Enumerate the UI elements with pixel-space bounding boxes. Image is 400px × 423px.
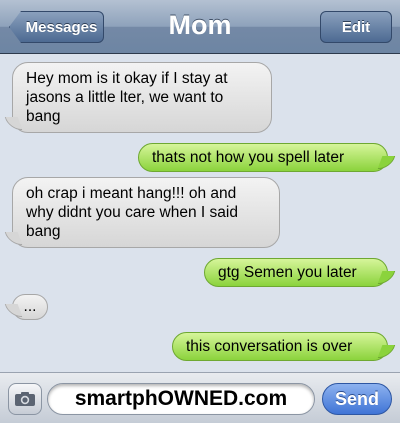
message-input[interactable]: smartphOWNED.com: [47, 383, 315, 415]
nav-bar: Messages Mom Edit: [0, 0, 400, 54]
outgoing-message: thats not how you spell later: [138, 143, 388, 172]
message-composer: smartphOWNED.com Send: [0, 372, 400, 423]
camera-icon: [15, 392, 35, 406]
incoming-message: Hey mom is it okay if I stay at jasons a…: [12, 62, 272, 133]
outgoing-message: this conversation is over: [172, 332, 388, 361]
incoming-message: oh crap i meant hang!!! oh and why didnt…: [12, 177, 280, 248]
incoming-message: ...: [12, 294, 48, 320]
outgoing-message: gtg Semen you later: [204, 258, 388, 287]
camera-button[interactable]: [8, 383, 42, 415]
edit-button[interactable]: Edit: [320, 11, 392, 43]
send-button[interactable]: Send: [322, 383, 392, 415]
